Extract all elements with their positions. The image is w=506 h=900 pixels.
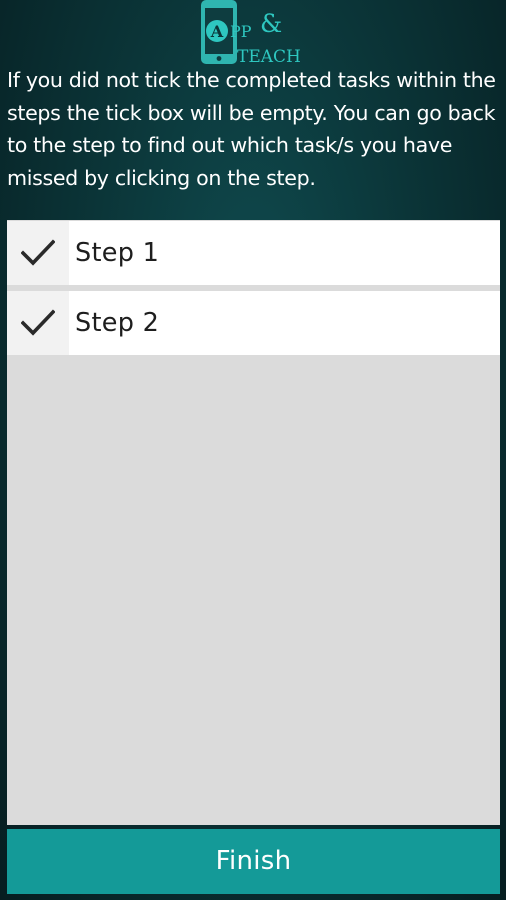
logo-badge-letter: A: [210, 22, 224, 41]
step-row-2[interactable]: Step 2: [7, 291, 500, 355]
step-1-label: Step 1: [75, 238, 160, 268]
logo-word-top: PP: [230, 22, 252, 41]
intro-instructions: If you did not tick the completed tasks …: [7, 68, 496, 190]
logo-phone-icon: A PP & TEACH: [201, 0, 301, 66]
app-logo: A PP & TEACH: [199, 0, 311, 66]
finish-button[interactable]: Finish: [7, 829, 500, 894]
logo-ampersand: &: [260, 9, 282, 38]
step-2-checkbox[interactable]: [7, 291, 69, 355]
checkmark-icon: [21, 239, 55, 266]
step-row-1[interactable]: Step 1: [7, 221, 500, 285]
step-1-checkbox[interactable]: [7, 221, 69, 285]
steps-list: Step 1 Step 2: [7, 220, 500, 825]
step-2-label: Step 2: [75, 308, 160, 338]
checkmark-icon: [21, 309, 55, 336]
